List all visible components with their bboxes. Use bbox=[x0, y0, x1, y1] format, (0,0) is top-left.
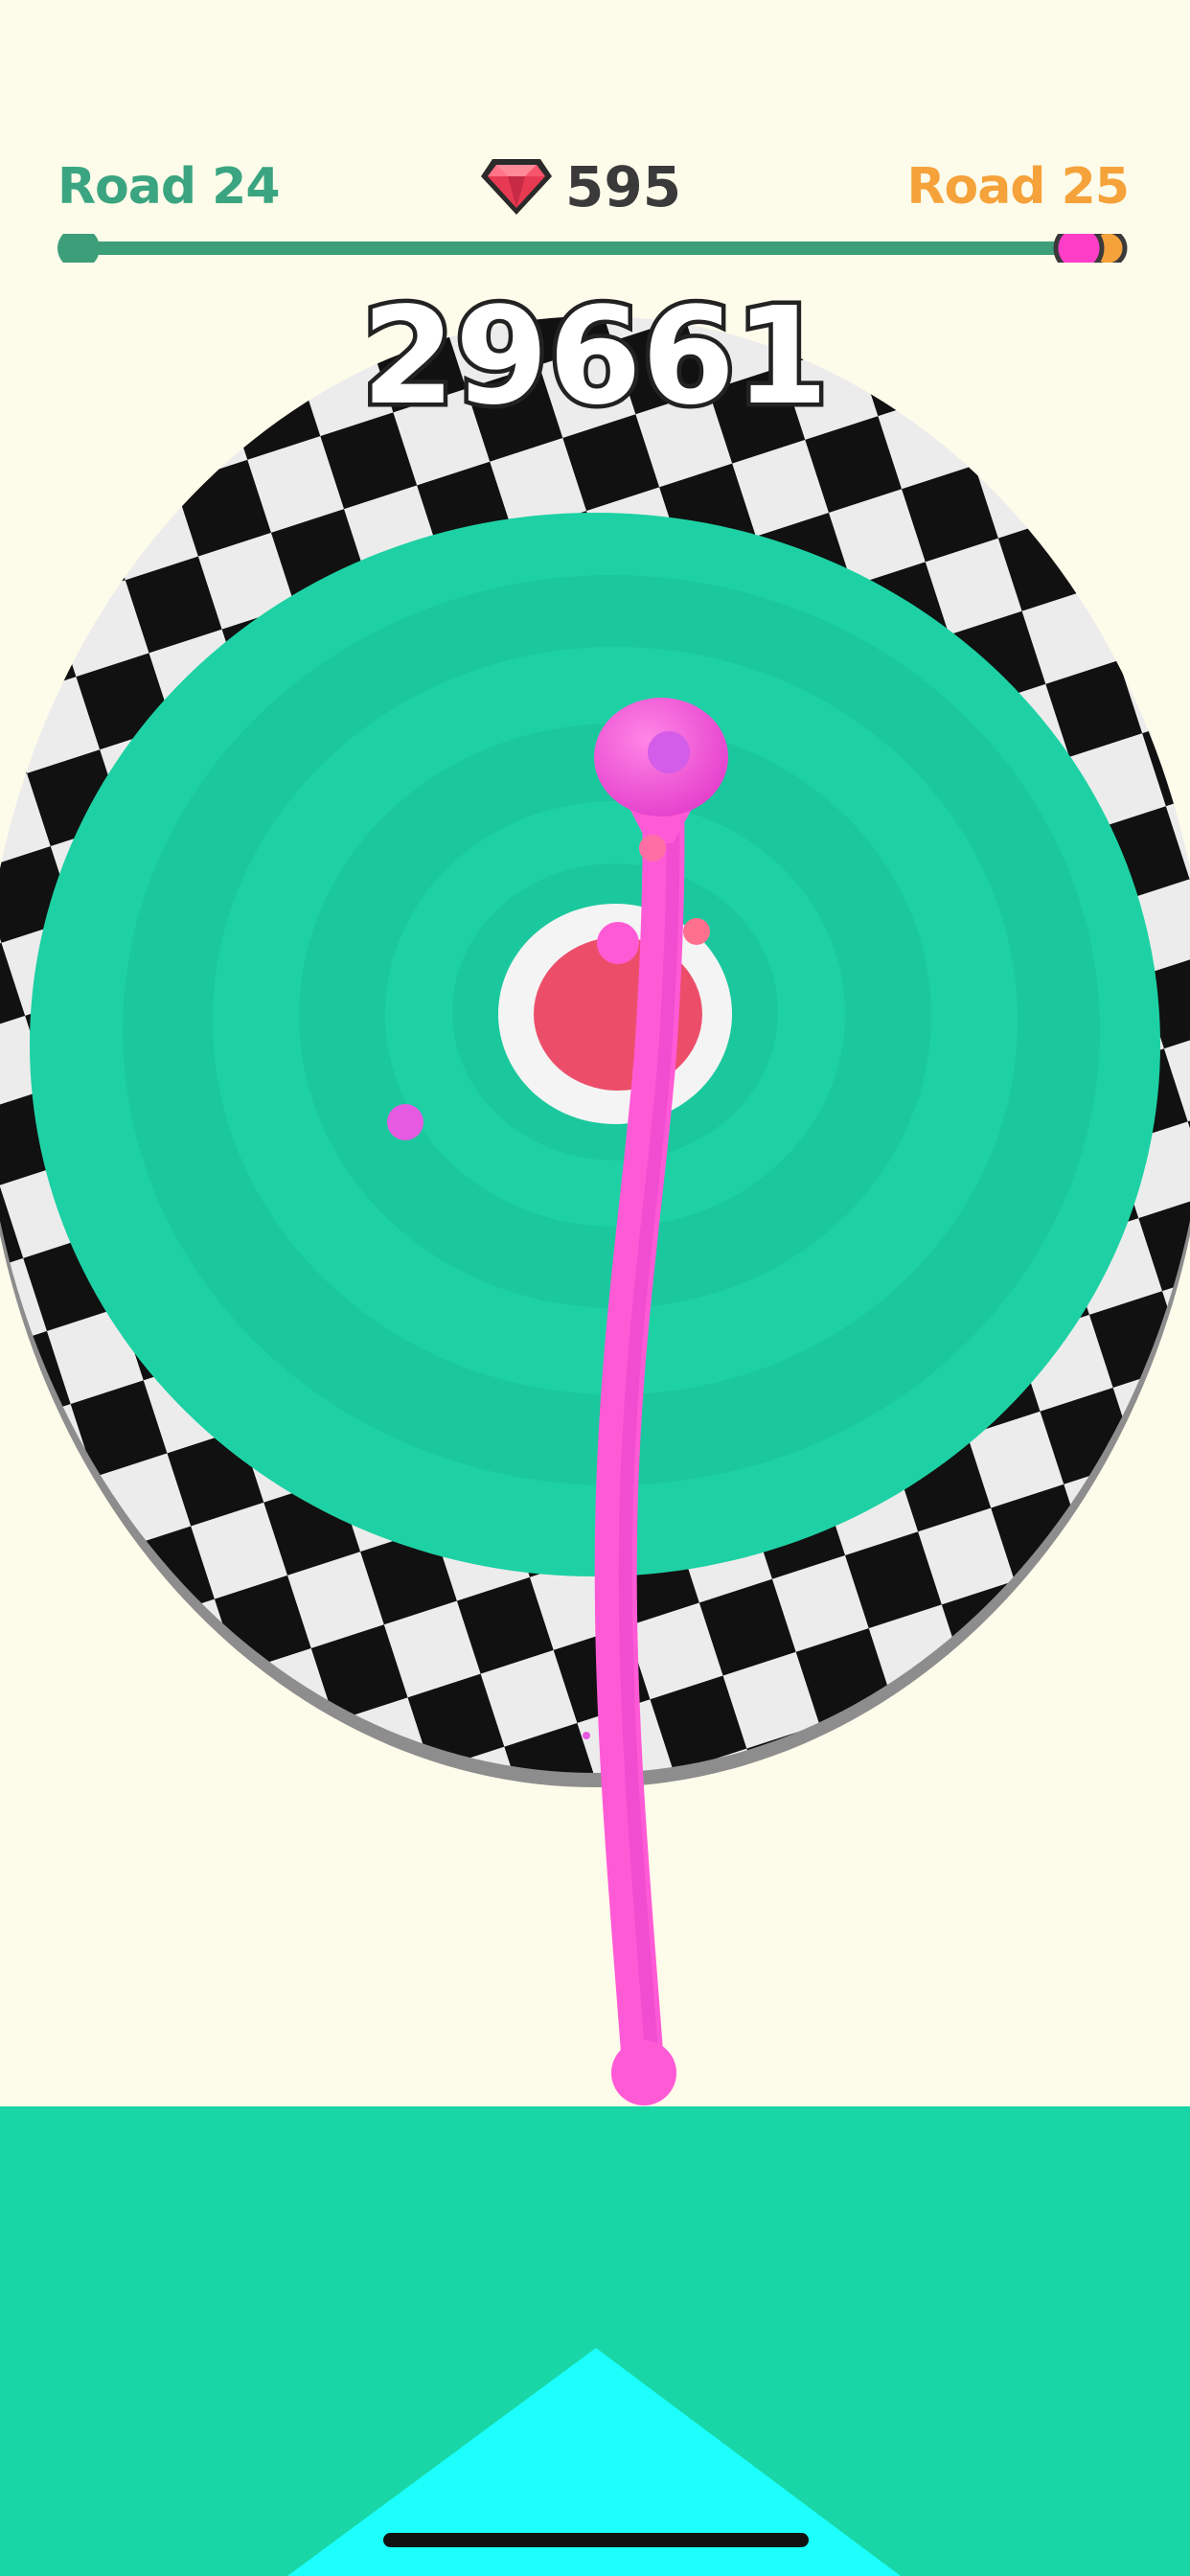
gem-counter: 595 bbox=[479, 153, 709, 220]
snake-head-spot bbox=[648, 731, 690, 773]
progress-marker bbox=[1053, 234, 1105, 263]
score-display: 29661 bbox=[357, 278, 833, 431]
progress-track bbox=[79, 242, 1110, 255]
progress-start-dot bbox=[57, 234, 100, 263]
red-gem-icon bbox=[481, 159, 552, 215]
gem-count: 595 bbox=[565, 154, 682, 219]
particle bbox=[639, 835, 666, 862]
particle bbox=[597, 922, 639, 964]
next-road-label: Road 25 bbox=[906, 158, 1130, 216]
level-progress-bar bbox=[57, 234, 1128, 263]
current-road-label: Road 24 bbox=[57, 158, 281, 216]
particle bbox=[683, 918, 710, 945]
particle bbox=[583, 1732, 590, 1739]
home-indicator[interactable] bbox=[383, 2533, 809, 2547]
game-screen[interactable]: Road 24 595 Road 25 29661 bbox=[0, 0, 1190, 2576]
snake-tail bbox=[611, 2040, 676, 2105]
particle bbox=[387, 1104, 423, 1140]
score-value: 29661 bbox=[361, 279, 828, 431]
